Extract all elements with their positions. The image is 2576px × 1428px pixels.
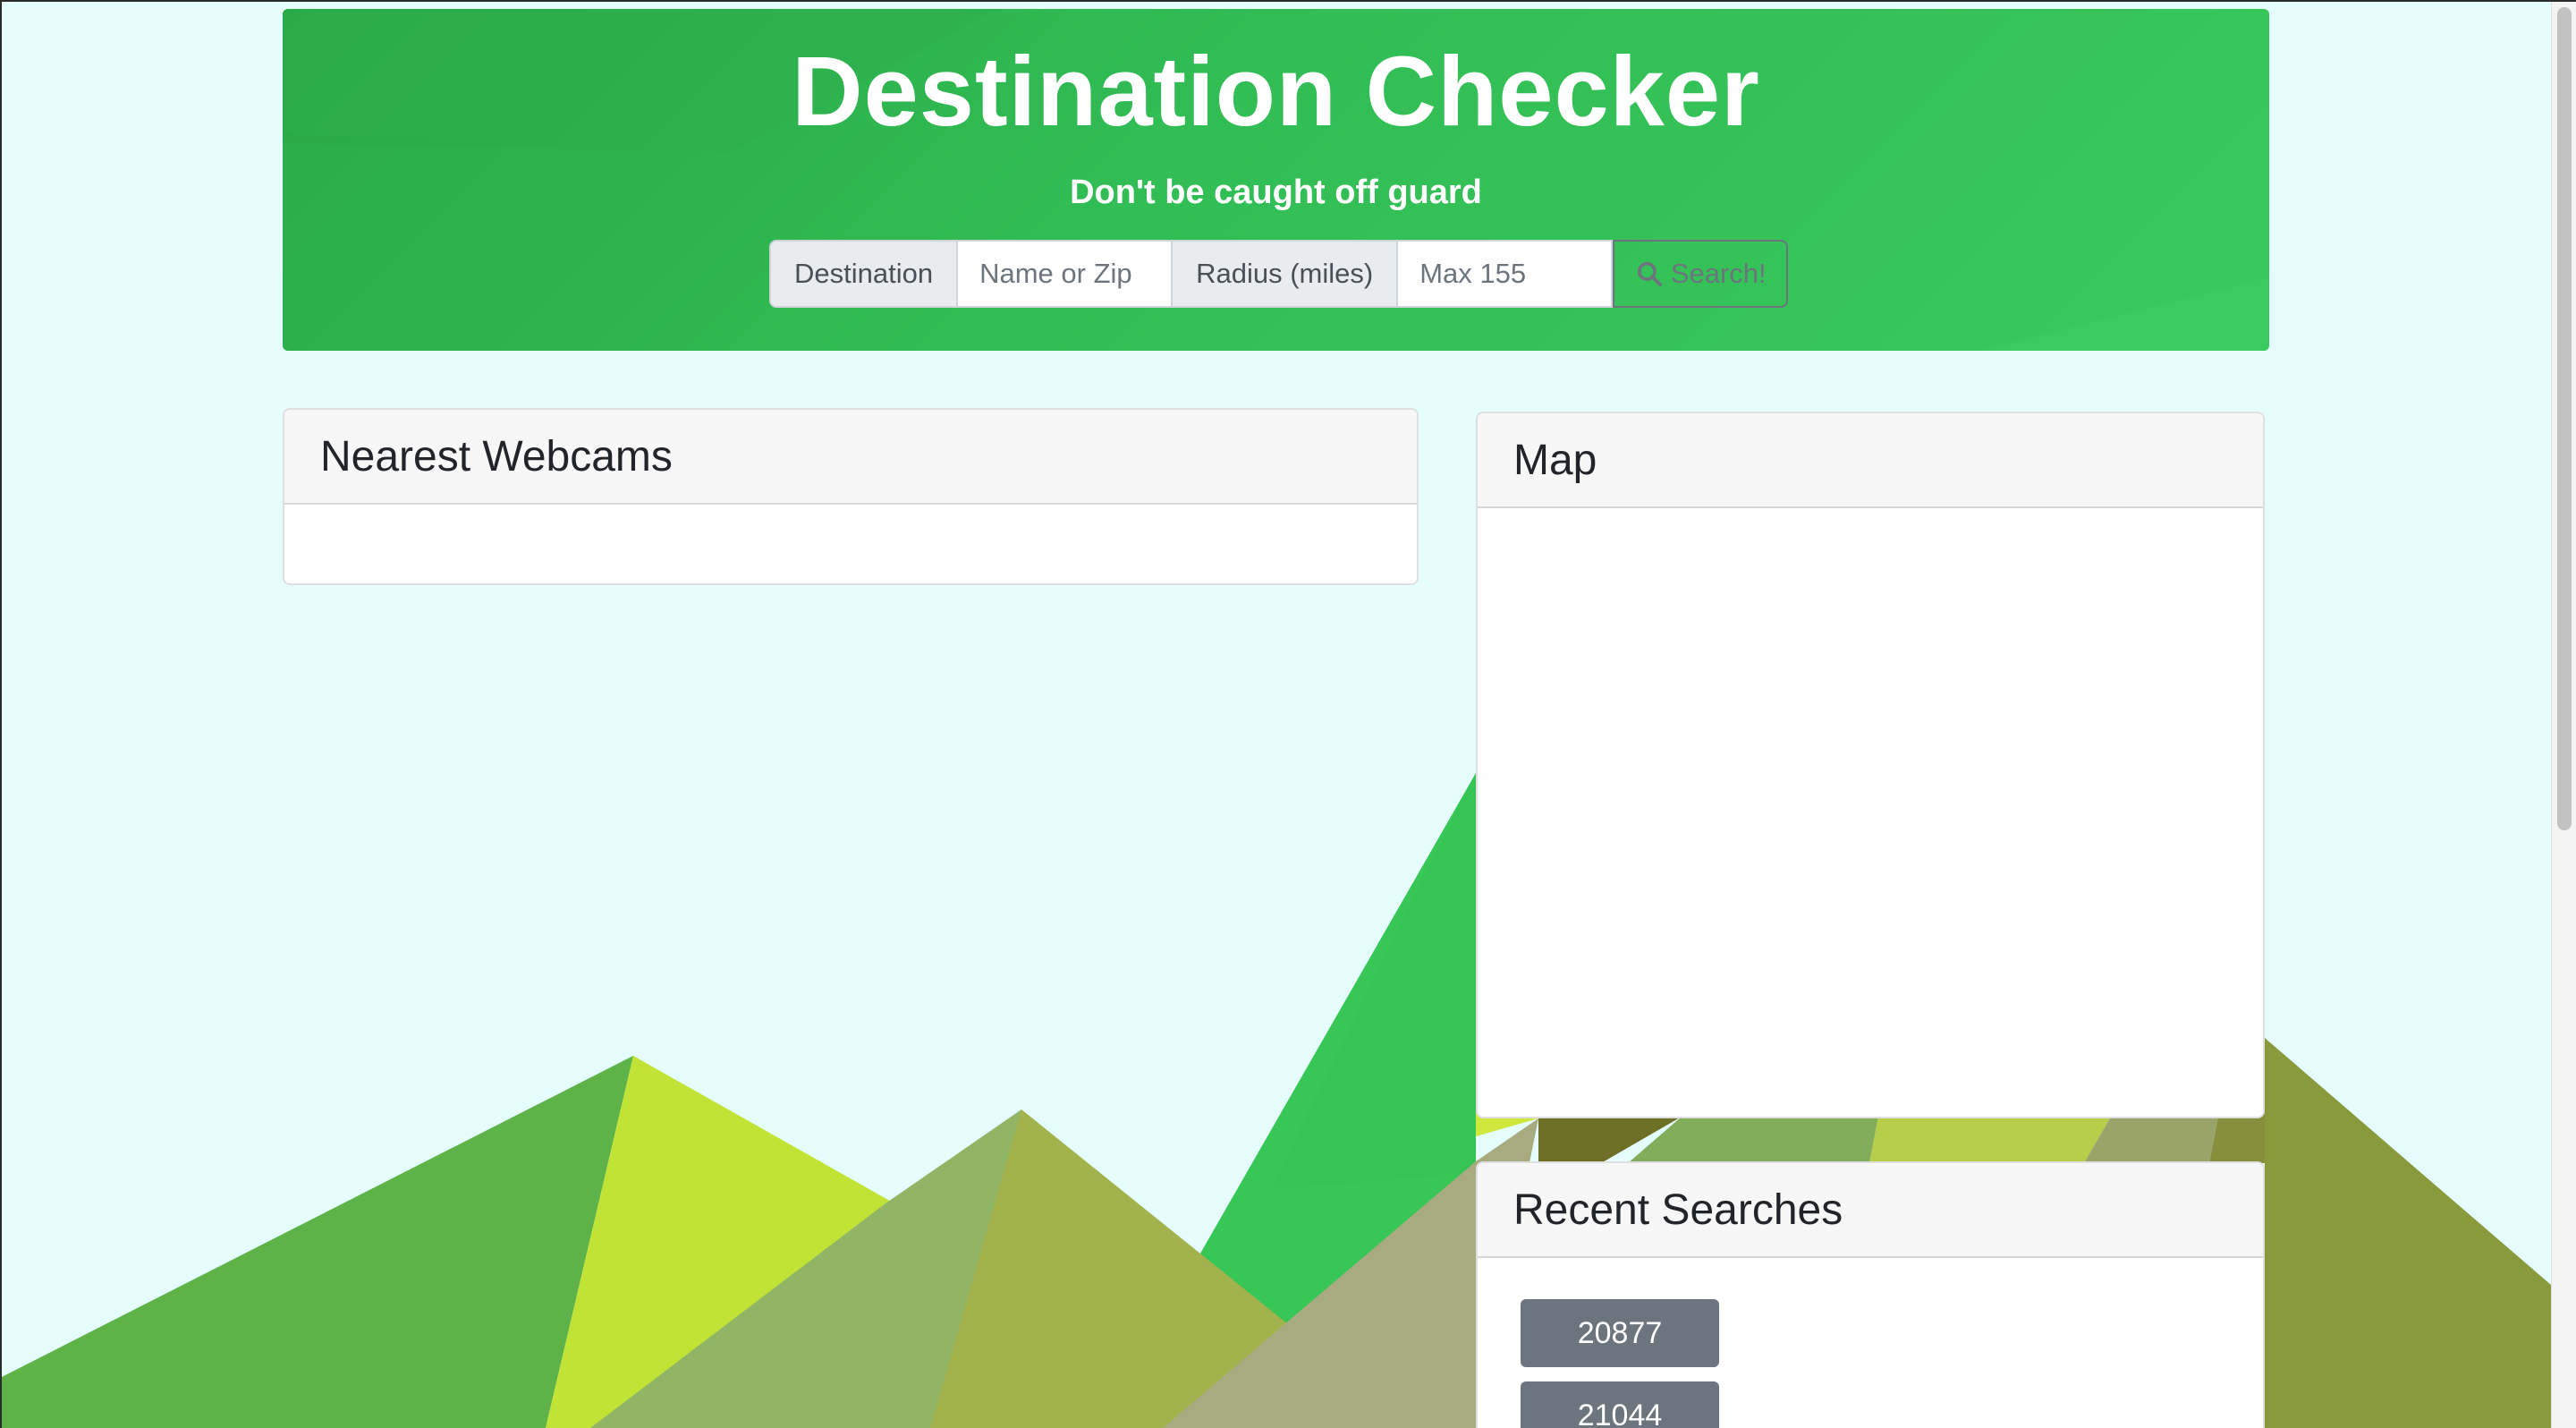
map-card: Map — [1476, 412, 2265, 1118]
webcams-card-title: Nearest Webcams — [284, 410, 1417, 505]
search-button[interactable]: Search! — [1613, 240, 1789, 308]
radius-label: Radius (miles) — [1173, 240, 1399, 308]
search-form: Destination Radius (miles) Search! — [769, 240, 1789, 308]
recent-searches-title: Recent Searches — [1478, 1163, 2263, 1258]
destination-input[interactable] — [958, 240, 1174, 308]
recent-search-button[interactable]: 20877 — [1521, 1299, 1719, 1367]
vertical-scrollbar[interactable] — [2551, 0, 2576, 1428]
recent-search-button[interactable]: 21044 — [1521, 1381, 1719, 1428]
webcams-card-body — [284, 505, 1417, 583]
search-button-label: Search! — [1670, 258, 1767, 289]
scrollbar-thumb[interactable] — [2557, 7, 2572, 830]
destination-label: Destination — [769, 240, 959, 308]
recent-searches-card: Recent Searches 20877 21044 — [1476, 1161, 2265, 1428]
page-title: Destination Checker — [792, 37, 1760, 147]
recent-searches-list: 20877 21044 — [1478, 1258, 2263, 1428]
hero-header: Destination Checker Don't be caught off … — [283, 9, 2269, 351]
radius-input[interactable] — [1398, 240, 1614, 308]
webcams-card: Nearest Webcams — [283, 408, 1419, 585]
map-container[interactable] — [1478, 508, 2263, 1117]
map-card-title: Map — [1478, 413, 2263, 508]
page-subtitle: Don't be caught off guard — [1070, 174, 1482, 211]
search-icon — [1637, 261, 1662, 286]
